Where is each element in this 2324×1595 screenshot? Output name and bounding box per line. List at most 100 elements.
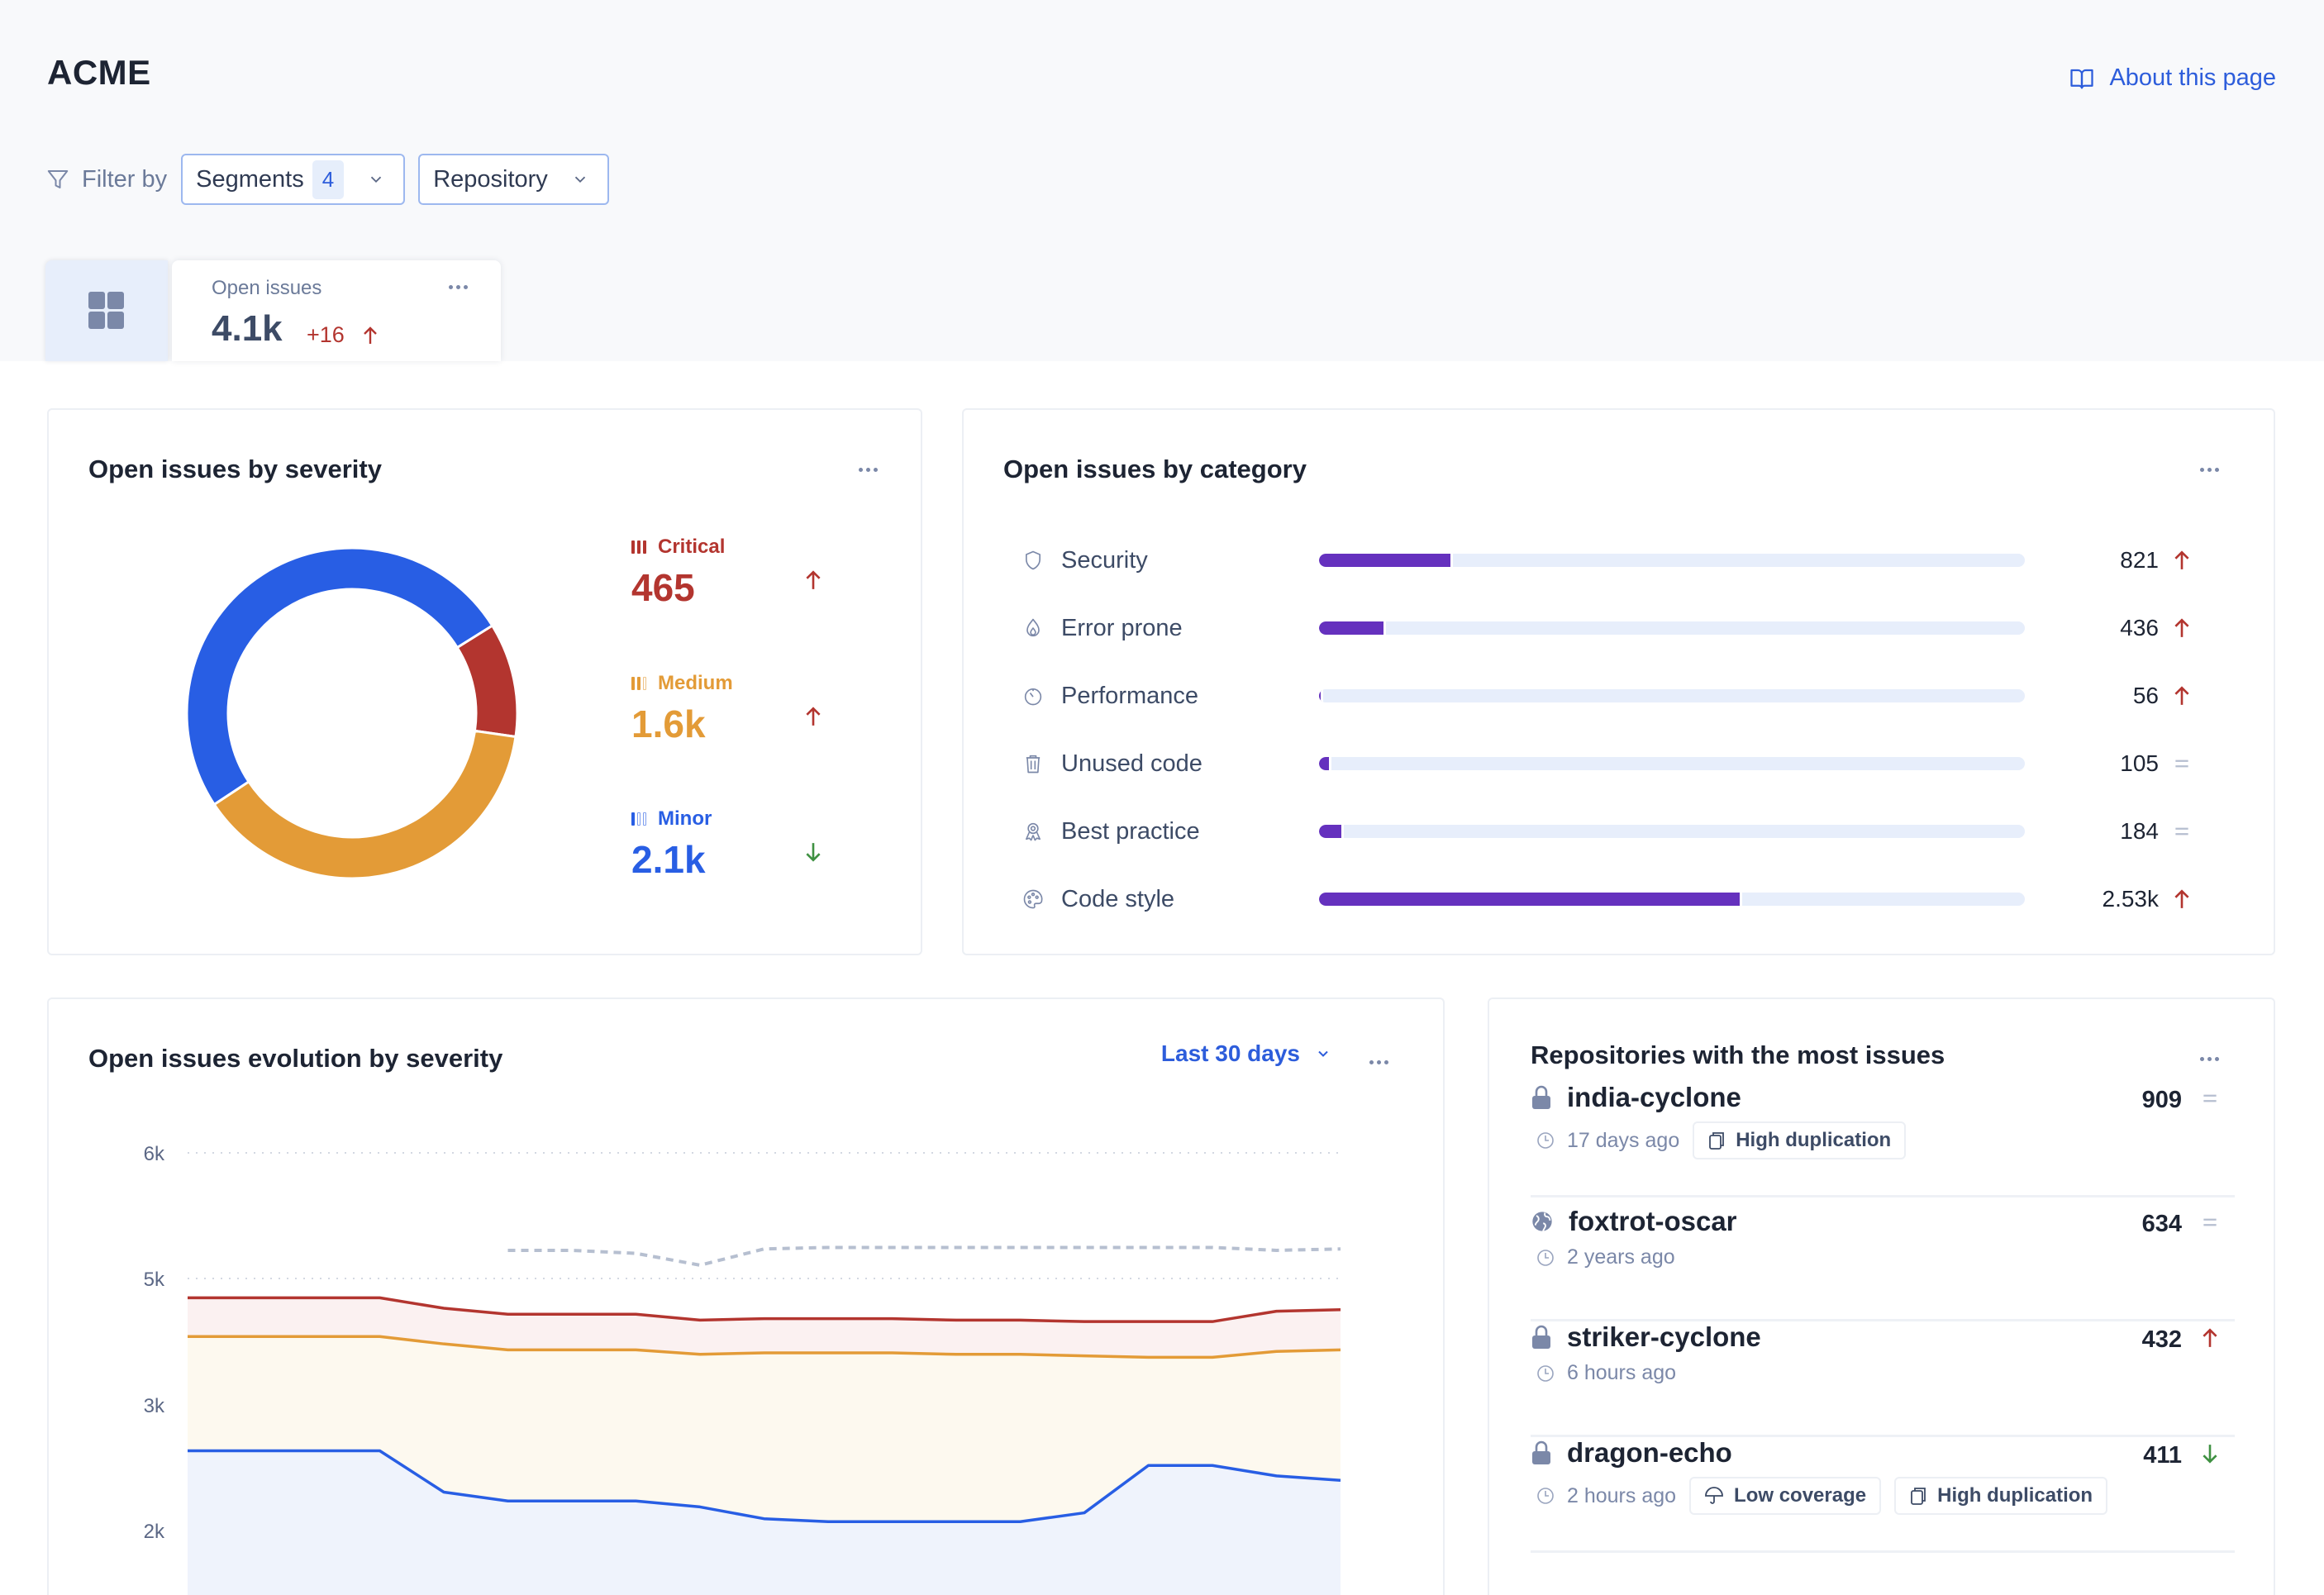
category-trend — [2159, 821, 2192, 841]
repositories-more-options-button[interactable] — [2200, 1057, 2219, 1061]
category-more-options-button[interactable] — [2200, 468, 2219, 472]
category-name: Performance — [1061, 682, 1199, 709]
repository-row[interactable]: dragon-echo 2 hours ago Low coverage High… — [1531, 1437, 2235, 1553]
chevron-down-icon — [371, 176, 382, 183]
grid-icon — [88, 292, 124, 329]
kpi-open-issues-card[interactable]: Open issues 4.1k +16 — [172, 260, 501, 361]
arrow-up-icon — [2174, 550, 2189, 569]
stopwatch-icon — [1024, 688, 1042, 706]
repository-row[interactable]: india-cyclone 17 days ago High duplicati… — [1531, 1082, 2235, 1197]
about-this-page-label: About this page — [2109, 64, 2276, 91]
severity-name: Minor — [631, 807, 712, 831]
severity-level-icon — [631, 812, 646, 826]
tag-label: High duplication — [1736, 1129, 1892, 1151]
segments-count-badge: 4 — [312, 160, 345, 199]
category-bar-track — [1319, 689, 2025, 702]
severity-trend — [803, 842, 823, 866]
repository-name-link[interactable]: striker-cyclone — [1567, 1321, 1761, 1353]
category-row-unused-code[interactable]: Unused code 105 — [1022, 747, 2212, 780]
category-row-security[interactable]: Security 821 — [1022, 544, 2212, 577]
repository-issue-count: 432 — [2141, 1326, 2182, 1353]
kpi-overview-tab[interactable] — [45, 260, 168, 361]
severity-label: Critical — [658, 536, 726, 558]
category-name: Code style — [1061, 885, 1175, 912]
severity-value: 465 — [631, 566, 695, 609]
category-bar-track — [1319, 825, 2025, 838]
severity-label: Minor — [658, 807, 712, 830]
repository-name-link[interactable]: foxtrot-oscar — [1569, 1206, 1737, 1237]
filter-bar: Filter by Segments 4 Repository — [45, 154, 622, 205]
category-bar-fill — [1319, 825, 1344, 838]
repository-row[interactable]: striker-cyclone 6 hours ago 432 — [1531, 1321, 2235, 1437]
book-open-icon — [2070, 69, 2094, 88]
severity-legend-critical[interactable]: Critical 465 — [631, 536, 821, 610]
about-this-page-link[interactable]: About this page — [2069, 64, 2276, 92]
category-row-performance[interactable]: Performance 56 — [1022, 679, 2212, 712]
repository-row[interactable]: foxtrot-oscar 2 years ago 634 — [1531, 1206, 2235, 1321]
tag-label: High duplication — [1937, 1484, 2093, 1507]
repository-name-link[interactable]: india-cyclone — [1567, 1082, 1741, 1113]
category-bar-fill — [1319, 757, 1331, 770]
kpi-value: 4.1k — [212, 308, 283, 349]
category-bar-fill — [1319, 689, 1324, 702]
category-bar-fill — [1319, 554, 1454, 567]
arrow-up-icon — [2174, 618, 2189, 637]
repository-header: india-cyclone — [1531, 1082, 1741, 1113]
severity-card: Open issues by severity Critical 465 Med… — [47, 408, 922, 955]
y-tick-label: 2k — [144, 1521, 165, 1543]
severity-value: 2.1k — [631, 838, 706, 881]
segments-label: Segments — [196, 165, 304, 193]
donut-slice-medium[interactable] — [212, 729, 517, 880]
clock-icon — [1537, 1132, 1554, 1149]
severity-name: Critical — [631, 536, 725, 559]
kpi-label: Open issues — [212, 277, 322, 299]
arrow-down-icon — [2203, 1445, 2217, 1464]
category-row-error-prone[interactable]: Error prone 436 — [1022, 612, 2212, 645]
repository-dropdown[interactable]: Repository — [418, 154, 609, 205]
category-name: Unused code — [1061, 750, 1202, 777]
evolution-area-chart: 6k 5k 3k 2k — [144, 1143, 1341, 1595]
severity-level-icon — [631, 677, 646, 690]
arrow-up-icon — [2203, 1328, 2217, 1347]
repository-name-link[interactable]: dragon-echo — [1567, 1437, 1732, 1469]
category-value: 56 — [2132, 683, 2159, 708]
arrow-down-icon — [806, 843, 821, 862]
category-trend — [2159, 889, 2192, 909]
segments-dropdown[interactable]: Segments 4 — [181, 154, 406, 205]
category-name: Best practice — [1061, 817, 1200, 845]
repository-trend — [2200, 1444, 2220, 1468]
category-bar-track — [1319, 757, 2025, 770]
umbrella-icon — [1705, 1487, 1723, 1504]
repositories-card: Repositories with the most issues india-… — [1488, 997, 2275, 1595]
repository-meta: 17 days ago High duplication — [1536, 1121, 1907, 1159]
category-value: 2.53k — [2102, 886, 2160, 912]
category-bar-track — [1319, 893, 2025, 906]
filter-by-text: Filter by — [82, 165, 168, 193]
category-bar-track — [1319, 554, 2025, 567]
category-trend — [2159, 550, 2192, 570]
category-row-best-practice[interactable]: Best practice 184 — [1022, 815, 2212, 848]
arrow-up-icon — [2174, 686, 2189, 705]
lock-icon — [1532, 1325, 1550, 1349]
category-value: 821 — [2120, 547, 2159, 573]
severity-legend-medium[interactable]: Medium 1.6k — [631, 672, 821, 746]
repository-tag: High duplication — [1693, 1121, 1907, 1159]
equal-icon — [2175, 827, 2188, 836]
repository-issue-count: 634 — [2141, 1211, 2182, 1237]
category-value: 184 — [2120, 818, 2159, 844]
severity-legend-minor[interactable]: Minor 2.1k — [631, 807, 821, 882]
donut-slice-minor[interactable] — [185, 546, 494, 807]
repository-meta: 6 hours ago — [1536, 1361, 1676, 1385]
repositories-card-title: Repositories with the most issues — [1531, 1040, 1945, 1069]
kpi-more-options-button[interactable] — [449, 285, 468, 289]
category-row-code-style[interactable]: Code style 2.53k — [1022, 883, 2212, 916]
kpi-delta-value: +16 — [307, 322, 345, 347]
arrow-up-icon — [2174, 889, 2189, 908]
severity-name: Medium — [631, 672, 733, 695]
repository-meta: 2 years ago — [1536, 1245, 1675, 1269]
category-name: Error prone — [1061, 614, 1183, 641]
y-tick-label: 5k — [144, 1269, 165, 1291]
repository-updated: 2 hours ago — [1567, 1483, 1677, 1507]
copy-icon — [1911, 1488, 1926, 1505]
arrow-up-icon — [806, 707, 821, 726]
